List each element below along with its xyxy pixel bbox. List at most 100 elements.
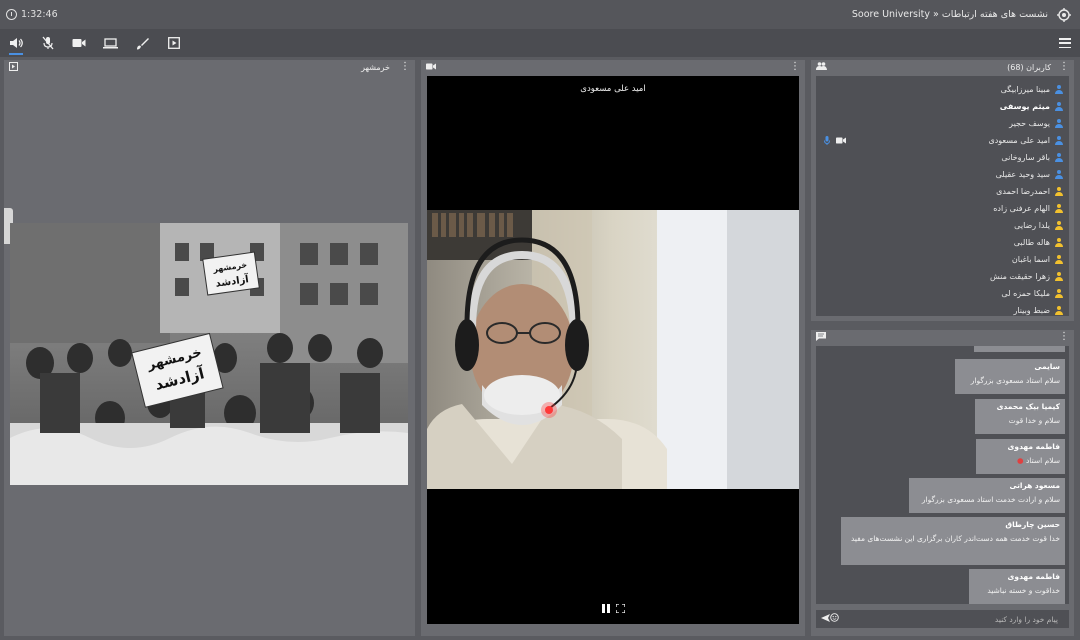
- user-name: مبینا میرزابیگی: [1000, 85, 1050, 94]
- user-name: احمدرضا احمدی: [996, 187, 1050, 196]
- rose-icon: ●: [1017, 456, 1024, 465]
- message-text: سلام و خدا قوت: [1008, 416, 1060, 425]
- user-row[interactable]: هاله طالبی: [816, 234, 1069, 251]
- camera-on-icon: [836, 137, 846, 146]
- hamburger-icon[interactable]: [1059, 38, 1071, 48]
- room-title: Soore University » نشست های هفته ارتباطا…: [851, 9, 1048, 20]
- user-row[interactable]: اسما باغبان: [816, 251, 1069, 268]
- user-row[interactable]: امید علی مسعودی: [816, 132, 1069, 149]
- send-icon[interactable]: [821, 613, 830, 625]
- user-icon: [1054, 102, 1063, 111]
- mic-muted-icon[interactable]: [38, 33, 58, 53]
- kebab-menu-icon[interactable]: ⋮: [790, 62, 800, 72]
- user-icon: [1054, 170, 1063, 179]
- user-name: هاله طالبی: [1013, 238, 1050, 247]
- users-list: مبینا میرزابیگی میثم یوسفی یوسف حجیر امی…: [816, 76, 1069, 316]
- clock-icon: [6, 9, 17, 20]
- user-name: یلدا رضایی: [1014, 221, 1050, 230]
- user-name: یوسف حجیر: [1009, 119, 1050, 128]
- user-row[interactable]: یلدا رضایی: [816, 217, 1069, 234]
- user-media-status: [824, 136, 846, 147]
- brush-icon[interactable]: [132, 33, 152, 53]
- user-row[interactable]: سید وحید عقیلی: [816, 166, 1069, 183]
- message-text: سلام استاد مسعودی بزرگوار: [970, 376, 1060, 385]
- message-sender: کیمیا بیک محمدی: [996, 402, 1060, 411]
- chat-message-partial: [974, 346, 1065, 352]
- kebab-menu-icon[interactable]: ⋮: [1059, 62, 1069, 72]
- emoji-icon[interactable]: [830, 613, 839, 625]
- user-row[interactable]: یوسف حجیر: [816, 115, 1069, 132]
- user-icon: [1054, 204, 1063, 213]
- chat-icon: [816, 331, 826, 343]
- fullscreen-icon[interactable]: [614, 603, 626, 616]
- users-panel: کاربران (68) ⋮ مبینا میرزابیگی میثم یوسف…: [811, 60, 1074, 321]
- top-bar: 1:32:46 Soore University » نشست های هفته…: [0, 0, 1080, 29]
- users-header: کاربران (68) ⋮: [811, 60, 1074, 74]
- user-name: میثم یوسفی: [999, 102, 1050, 111]
- webcam-frame: [427, 210, 799, 489]
- user-name: ضبط وبینار: [1013, 306, 1050, 315]
- user-row[interactable]: باقر ساروخانی: [816, 149, 1069, 166]
- media-play-icon[interactable]: [164, 33, 184, 53]
- user-icon: [1054, 255, 1063, 264]
- university-logo-icon: [1056, 6, 1072, 24]
- user-name: امید علی مسعودی: [988, 136, 1050, 145]
- users-title: کاربران (68): [1007, 62, 1051, 72]
- chat-message: مسعود هراتی سلام و ارادت خدمت استاد مسعو…: [909, 478, 1065, 513]
- speaker-name: امید علی مسعودی: [580, 84, 646, 94]
- message-sender: حسین چارطاق: [1005, 520, 1060, 529]
- user-icon: [1054, 238, 1063, 247]
- shared-photo: خرمشهر آزادشد خرمشهر آزادشد: [10, 223, 408, 485]
- screen-share-icon[interactable]: [101, 33, 121, 53]
- user-icon: [1054, 153, 1063, 162]
- user-icon: [1054, 119, 1063, 128]
- speaker-icon[interactable]: [6, 33, 26, 55]
- message-text: سلام و ارادت خدمت استاد مسعودی بزرگوار: [921, 495, 1060, 504]
- message-text: خدا قوت خدمت همه دست‌اندر کاران برگزاری …: [850, 534, 1060, 543]
- user-row[interactable]: زهرا حقیقت منش: [816, 268, 1069, 285]
- kebab-menu-icon[interactable]: ⋮: [1059, 332, 1069, 342]
- message-text: سلام استاد ●: [981, 456, 1060, 465]
- user-icon: [1054, 136, 1063, 145]
- chat-message: فاطمه مهدوی سلام استاد ●: [976, 439, 1065, 474]
- user-name: اسما باغبان: [1011, 255, 1050, 264]
- user-icon: [1054, 306, 1063, 315]
- panel-media-icon[interactable]: [9, 61, 18, 73]
- user-name: ملیکا حمزه لی: [1001, 289, 1050, 298]
- video-stream[interactable]: امید علی مسعودی: [427, 76, 799, 624]
- chat-message: کیمیا بیک محمدی سلام و خدا قوت: [975, 399, 1065, 434]
- user-row[interactable]: ضبط وبینار: [816, 302, 1069, 319]
- presentation-header: خرمشهر ⋮: [4, 60, 415, 74]
- user-icon: [1054, 272, 1063, 281]
- user-row[interactable]: ملیکا حمزه لی: [816, 285, 1069, 302]
- user-row[interactable]: احمدرضا احمدی: [816, 183, 1069, 200]
- user-name: سید وحید عقیلی: [995, 170, 1050, 179]
- user-row[interactable]: مبینا میرزابیگی: [816, 81, 1069, 98]
- session-clock: 1:32:46: [6, 9, 58, 20]
- message-text: خداقوت و خسته نباشید: [987, 586, 1060, 595]
- user-row[interactable]: الهام عرفنی زاده: [816, 200, 1069, 217]
- chat-messages[interactable]: سایمی سلام استاد مسعودی بزرگوار کیمیا بی…: [816, 346, 1069, 604]
- users-icon: [816, 62, 827, 72]
- message-sender: مسعود هراتی: [1009, 481, 1060, 490]
- user-name: الهام عرفنی زاده: [993, 204, 1050, 213]
- pause-icon[interactable]: [601, 604, 610, 616]
- clock-time: 1:32:46: [21, 9, 58, 20]
- presentation-title: خرمشهر: [361, 62, 390, 72]
- presentation-panel: خرمشهر ⋮ خرمشهر آزادشد خرمشهر آزادشد: [4, 60, 415, 636]
- user-icon: [1054, 221, 1063, 230]
- room-title-area: Soore University » نشست های هفته ارتباطا…: [852, 6, 1072, 24]
- chat-input[interactable]: [845, 614, 1058, 624]
- chat-message: حسین چارطاق خدا قوت خدمت همه دست‌اندر کا…: [841, 517, 1065, 565]
- chat-panel: ⋮ سایمی سلام استاد مسعودی بزرگوار کیمیا …: [811, 330, 1074, 636]
- camera-icon[interactable]: [69, 33, 89, 53]
- message-sender: سایمی: [1034, 362, 1060, 371]
- user-icon: [1054, 85, 1063, 94]
- message-sender: فاطمه مهدوی: [1007, 442, 1060, 451]
- user-icon: [1054, 289, 1063, 298]
- chat-input-bar: [816, 610, 1069, 628]
- main-toolbar: [0, 29, 1080, 57]
- kebab-menu-icon[interactable]: ⋮: [400, 62, 410, 72]
- user-row[interactable]: میثم یوسفی: [816, 98, 1069, 115]
- message-text-value: سلام استاد: [1025, 456, 1060, 465]
